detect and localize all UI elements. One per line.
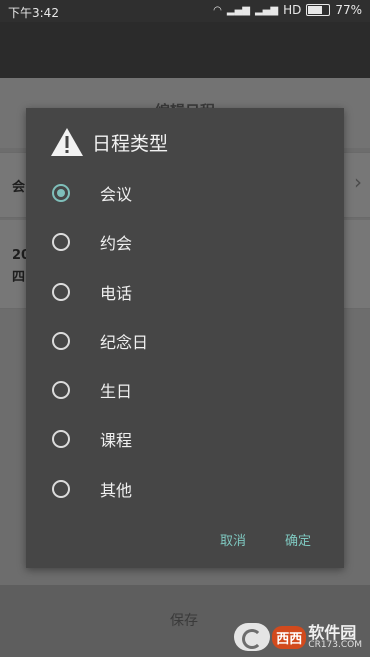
option-phone[interactable]: 电话 [26,272,344,312]
battery-percent: 77% [335,3,362,17]
chevron-right-icon: › [354,170,362,194]
option-birthday[interactable]: 生日 [26,370,344,410]
option-label: 纪念日 [100,333,149,352]
option-anniversary[interactable]: 纪念日 [26,321,344,361]
option-appointment[interactable]: 约会 [26,222,344,262]
signal-icon: ▂▄▆ [226,4,250,16]
option-label: 电话 [100,284,133,303]
wifi-icon: ◠ [213,4,222,16]
radio-button[interactable] [52,381,70,399]
dialog-title: 日程类型 [92,132,169,155]
watermark-logo: 西西 软件园 CR173.COM [234,623,362,651]
signal-icon-2: ▂▄▆ [254,4,279,16]
option-label: 课程 [100,431,133,450]
radio-button[interactable] [52,233,70,251]
cancel-button[interactable]: 取消 [220,530,246,549]
battery-icon [306,4,331,16]
warning-icon [51,128,83,156]
radio-button[interactable] [52,332,70,350]
network-type: HD [283,3,302,17]
ok-button[interactable]: 确定 [285,530,311,549]
option-other[interactable]: 其他 [26,469,344,509]
watermark-name: 软件园 [308,622,357,642]
radio-button[interactable] [52,184,70,202]
option-label: 生日 [100,382,133,401]
watermark-url: CR173.COM [308,639,362,650]
watermark-text: 软件园 CR173.COM [308,622,362,650]
option-label: 会议 [100,185,133,204]
watermark-badge: 西西 [272,625,307,649]
schedule-type-dialog: 日程类型 会议 约会 电话 纪念日 生日 课程 其他 取消 确定 [26,108,344,568]
option-label: 其他 [100,481,133,500]
option-meeting[interactable]: 会议 [26,173,344,213]
option-course[interactable]: 课程 [26,419,344,459]
status-icons: ◠ ▂▄▆ ▂▄▆ HD 77% [213,3,362,17]
option-label: 约会 [100,234,133,253]
status-bar: 下午3:42 ◠ ▂▄▆ ▂▄▆ HD 77% [0,0,370,22]
radio-button[interactable] [52,480,70,498]
schedule-type-value: 会 [12,180,26,195]
radio-button[interactable] [52,283,70,301]
app-bar [0,22,370,78]
status-time: 下午3:42 [8,6,59,20]
radio-button[interactable] [52,430,70,448]
dialog-title-bar: 日程类型 [50,126,168,158]
watermark-icon [234,623,271,651]
save-button[interactable]: 保存 [170,610,198,630]
date-weekday: 四 [12,270,26,285]
